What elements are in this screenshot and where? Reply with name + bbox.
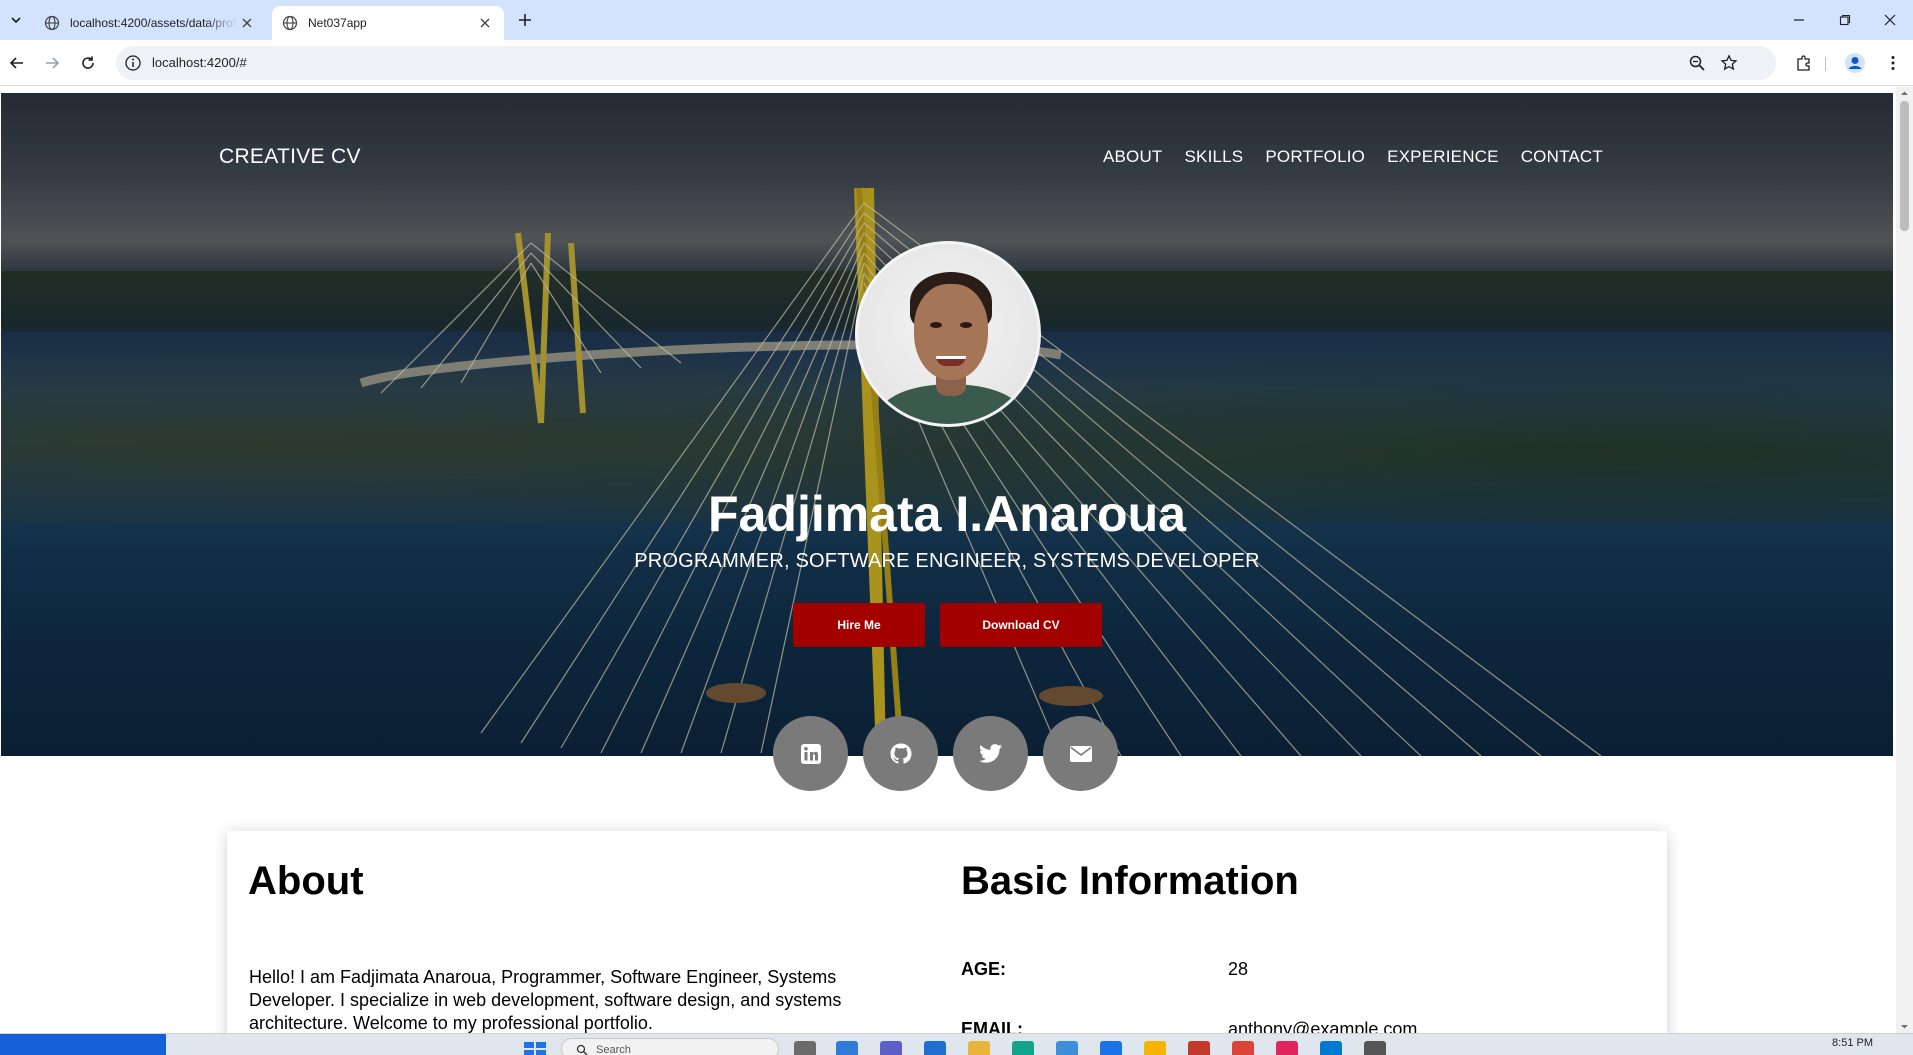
download-cv-button[interactable]: Download CV: [940, 603, 1102, 647]
folder-icon[interactable]: [968, 1041, 990, 1055]
arrow-right-icon: [46, 57, 60, 69]
avatar-eye: [930, 322, 942, 328]
nav-experience[interactable]: EXPERIENCE: [1387, 147, 1499, 167]
linkedin-icon: [800, 743, 821, 764]
close-tab-icon[interactable]: [238, 14, 256, 32]
info-label: EMAIL:: [961, 1019, 1023, 1033]
taskbar-app-icon[interactable]: [924, 1041, 946, 1055]
hire-me-button[interactable]: Hire Me: [793, 603, 925, 647]
forward-button[interactable]: [39, 50, 65, 76]
extensions-button[interactable]: [1791, 50, 1817, 76]
social-links: [773, 716, 1118, 791]
profile-photo: [855, 241, 1041, 427]
taskbar-app-icon[interactable]: [1100, 1041, 1122, 1055]
vscode-icon[interactable]: [1320, 1041, 1342, 1055]
taskbar-search[interactable]: Search: [561, 1038, 779, 1055]
twitter-icon: [978, 743, 1002, 763]
back-button[interactable]: [4, 50, 30, 76]
page-viewport: CREATIVE CV ABOUT SKILLS PORTFOLIO EXPER…: [0, 87, 1896, 1033]
info-value: 28: [1228, 959, 1249, 979]
windows-start-icon[interactable]: [524, 1042, 546, 1055]
about-heading: About: [248, 859, 364, 903]
plus-icon: [519, 14, 531, 26]
scroll-down-icon[interactable]: [1900, 1022, 1909, 1031]
tab-net037app[interactable]: Net037app: [272, 6, 504, 40]
about-text: Hello! I am Fadjimata Anaroua, Programme…: [249, 967, 842, 1033]
search-icon: [576, 1044, 588, 1055]
basic-info-heading: Basic Information: [961, 859, 1299, 903]
browser-tab-strip: localhost:4200/assets/data/profile Net03…: [0, 0, 1913, 40]
site-brand[interactable]: CREATIVE CV: [219, 145, 361, 169]
browser-menu-button[interactable]: [1880, 50, 1906, 76]
profile-name: Fadjimata I.Anaroua: [708, 486, 1186, 542]
about-card: About Hello! I am Fadjimata Anaroua, Pro…: [227, 831, 1667, 1033]
taskbar-app-icon[interactable]: [1276, 1041, 1298, 1055]
page-scrollbar[interactable]: [1896, 87, 1913, 1033]
main-nav: ABOUT SKILLS PORTFOLIO EXPERIENCE CONTAC…: [1103, 147, 1603, 167]
email-button[interactable]: [1043, 716, 1118, 791]
taskbar-app-icon[interactable]: [880, 1041, 902, 1055]
edge-icon[interactable]: [1012, 1041, 1034, 1055]
taskbar-app-icon[interactable]: [1188, 1041, 1210, 1055]
zoom-icon[interactable]: [1688, 54, 1706, 72]
close-tab-icon[interactable]: [476, 14, 494, 32]
os-taskbar: Search 8:51 PM: [0, 1033, 1913, 1055]
browser-toolbar: localhost:4200/#: [0, 40, 1913, 86]
toolbar-divider: [1825, 57, 1826, 71]
url-text[interactable]: localhost:4200/#: [152, 55, 247, 70]
chrome-icon[interactable]: [1232, 1041, 1254, 1055]
info-label: AGE:: [961, 959, 1006, 979]
taskbar-app-icon[interactable]: [1144, 1041, 1166, 1055]
tab-title: Net037app: [308, 16, 367, 30]
taskbar-app-icon[interactable]: [794, 1041, 816, 1055]
taskbar-widget[interactable]: [0, 1034, 166, 1055]
profile-role: PROGRAMMER, SOFTWARE ENGINEER, SYSTEMS D…: [634, 550, 1260, 572]
reload-icon: [82, 56, 94, 69]
new-tab-button[interactable]: [514, 9, 536, 31]
nav-contact[interactable]: CONTACT: [1521, 147, 1603, 167]
chevron-down-icon: [11, 17, 21, 24]
address-bar[interactable]: localhost:4200/#: [116, 46, 1776, 80]
globe-icon: [44, 15, 60, 31]
kebab-menu-icon: [1891, 56, 1895, 70]
nav-about[interactable]: ABOUT: [1103, 147, 1163, 167]
close-window-button[interactable]: [1867, 0, 1913, 40]
tab-title: localhost:4200/assets/data/profile: [70, 16, 238, 30]
taskbar-app-icon[interactable]: [1056, 1041, 1078, 1055]
minimize-button[interactable]: [1776, 0, 1822, 40]
info-value[interactable]: anthony@example.com: [1228, 1019, 1417, 1033]
tab-profile-data[interactable]: localhost:4200/assets/data/profile: [34, 6, 266, 40]
twitter-button[interactable]: [953, 716, 1028, 791]
scrollbar-thumb[interactable]: [1900, 101, 1909, 231]
taskbar-clock[interactable]: 8:51 PM: [1832, 1037, 1873, 1049]
hero-section: CREATIVE CV ABOUT SKILLS PORTFOLIO EXPER…: [1, 93, 1893, 756]
linkedin-button[interactable]: [773, 716, 848, 791]
taskbar-search-placeholder: Search: [596, 1044, 631, 1055]
site-info-icon[interactable]: [124, 54, 142, 72]
scroll-up-icon[interactable]: [1900, 89, 1909, 98]
avatar-icon: [1845, 53, 1865, 73]
arrow-left-icon: [9, 57, 23, 69]
avatar-eye: [960, 322, 972, 328]
github-button[interactable]: [863, 716, 938, 791]
taskbar-app-icon[interactable]: [836, 1041, 858, 1055]
restore-button[interactable]: [1822, 0, 1868, 40]
reload-button[interactable]: [75, 50, 101, 76]
nav-skills[interactable]: SKILLS: [1185, 147, 1244, 167]
envelope-icon: [1069, 745, 1092, 762]
puzzle-icon: [1797, 55, 1810, 71]
minimize-icon: [1794, 19, 1804, 21]
github-icon: [890, 743, 911, 764]
nav-portfolio[interactable]: PORTFOLIO: [1265, 147, 1365, 167]
close-icon: [1884, 14, 1896, 26]
restore-icon: [1839, 14, 1851, 26]
globe-icon: [282, 15, 298, 31]
bookmark-star-icon[interactable]: [1720, 54, 1738, 72]
terminal-icon[interactable]: [1364, 1041, 1386, 1055]
tab-search-button[interactable]: [4, 8, 28, 32]
profile-button[interactable]: [1842, 50, 1868, 76]
